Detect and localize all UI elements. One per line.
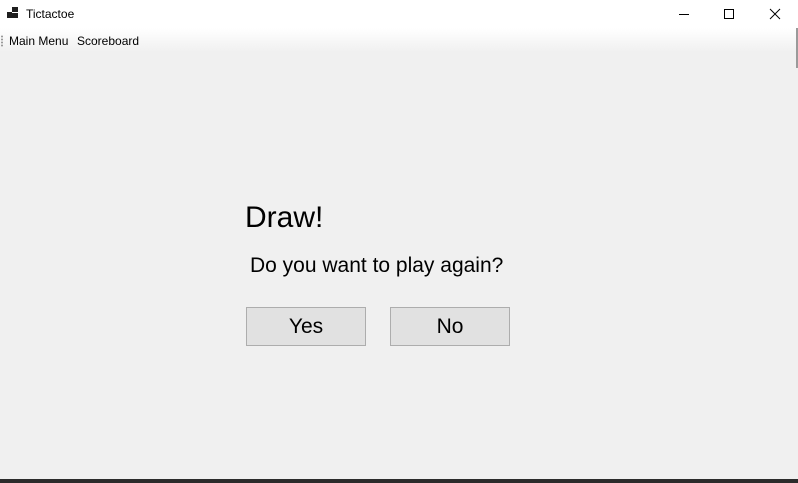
close-icon (769, 8, 781, 20)
minimize-icon (679, 14, 689, 15)
app-icon (7, 7, 18, 18)
menu-bar: Main Menu Scoreboard (0, 28, 798, 52)
play-again-prompt: Do you want to play again? (250, 254, 504, 277)
window-title: Tictactoe (26, 7, 75, 21)
menu-item-scoreboard[interactable]: Scoreboard (77, 33, 139, 49)
app-window: Tictactoe Main Menu Scoreboard Draw! Do … (0, 0, 798, 483)
menu-grip[interactable] (1, 35, 3, 47)
menu-item-main-menu[interactable]: Main Menu (9, 33, 68, 49)
maximize-icon (724, 9, 734, 19)
minimize-button[interactable] (661, 0, 707, 28)
maximize-button[interactable] (706, 0, 752, 28)
result-heading: Draw! (245, 201, 324, 234)
title-bar[interactable]: Tictactoe (0, 0, 798, 28)
close-button[interactable] (752, 0, 798, 28)
no-button[interactable]: No (390, 307, 510, 346)
taskbar-edge (0, 479, 798, 483)
yes-button[interactable]: Yes (246, 307, 366, 346)
